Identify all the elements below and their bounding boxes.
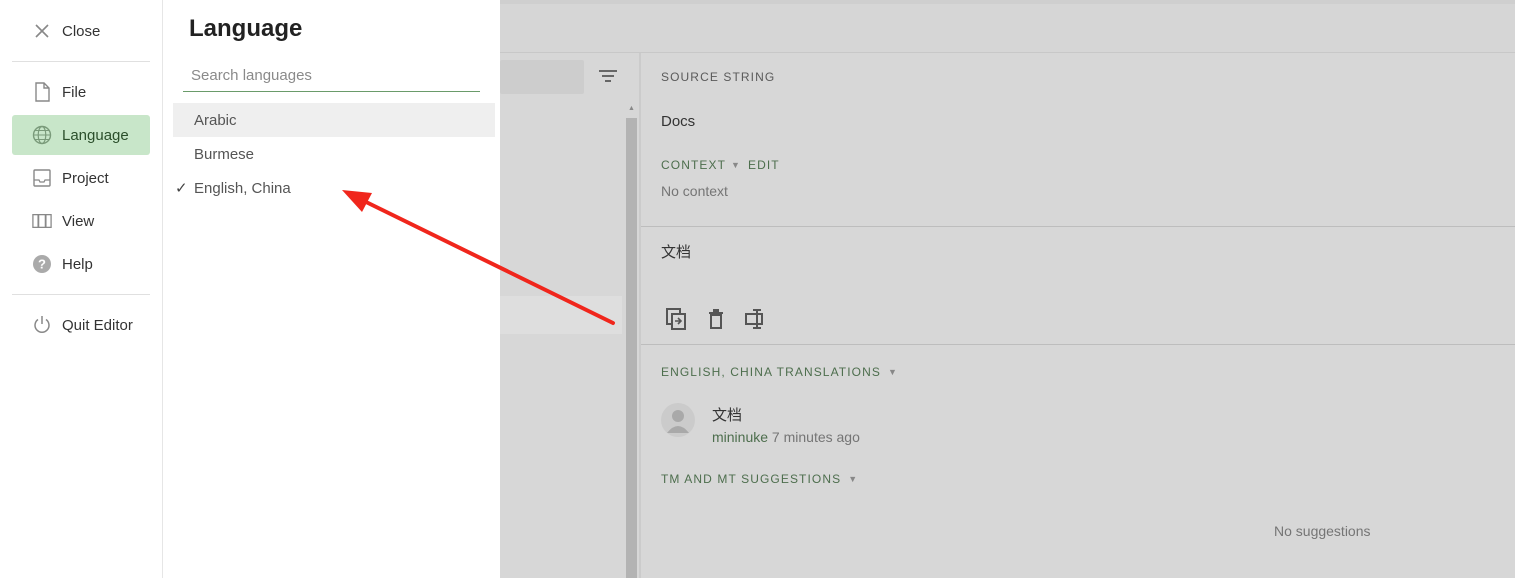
check-icon: ✓ — [175, 180, 188, 197]
tm-mt-label[interactable]: TM AND MT SUGGESTIONS — [661, 472, 841, 486]
nav-view-label: View — [62, 212, 95, 230]
nav-language[interactable]: Language — [12, 115, 150, 155]
language-option-arabic[interactable]: Arabic — [173, 103, 495, 137]
divider — [641, 226, 1515, 227]
nav-divider — [12, 61, 150, 62]
editor-toolbar — [500, 4, 1515, 53]
nav-help-label: Help — [62, 255, 93, 273]
history-translation-text: 文档 — [712, 407, 743, 424]
nav-quit-label: Quit Editor — [62, 316, 133, 334]
editor-detail-panel: SOURCE STRING Docs CONTEXT ▼ EDIT No con… — [641, 53, 1515, 578]
source-string-label: SOURCE STRING — [661, 70, 776, 84]
string-list-selected-row[interactable] — [500, 296, 622, 334]
user-icon — [661, 403, 695, 437]
translations-caret-icon[interactable]: ▼ — [888, 367, 897, 377]
nav-project-label: Project — [62, 169, 109, 187]
view-icon — [32, 211, 52, 231]
close-icon — [32, 21, 52, 41]
tm-mt-caret-icon[interactable]: ▼ — [848, 474, 857, 484]
nav-close[interactable]: Close — [12, 11, 150, 51]
svg-text:?: ? — [38, 257, 46, 272]
translations-label[interactable]: ENGLISH, CHINA TRANSLATIONS — [661, 365, 881, 379]
no-context-text: No context — [661, 183, 728, 199]
context-edit-link[interactable]: EDIT — [748, 158, 780, 172]
nav-project[interactable]: Project — [12, 158, 150, 198]
language-option-english-china[interactable]: ✓ English, China — [173, 171, 495, 205]
translation-tools — [665, 306, 767, 332]
context-label[interactable]: CONTEXT — [661, 158, 726, 172]
copy-icon[interactable] — [665, 306, 687, 332]
filter-icon[interactable] — [596, 66, 620, 86]
file-icon — [32, 82, 52, 102]
nav-close-label: Close — [62, 22, 101, 40]
nav-quit-editor[interactable]: Quit Editor — [12, 305, 150, 345]
language-option-burmese[interactable]: Burmese — [173, 137, 495, 171]
nav-help[interactable]: ? Help — [12, 244, 150, 284]
panel-title: Language — [189, 15, 303, 42]
tm-mt-header[interactable]: TM AND MT SUGGESTIONS ▼ — [661, 472, 857, 486]
translations-header[interactable]: ENGLISH, CHINA TRANSLATIONS ▼ — [661, 365, 897, 379]
source-string-text: Docs — [661, 113, 696, 130]
help-icon: ? — [32, 254, 52, 274]
no-suggestions-text: No suggestions — [1274, 523, 1371, 539]
power-icon — [32, 315, 52, 335]
divider — [641, 344, 1515, 345]
nav-drawer: Close File Language Project View ? Help … — [0, 0, 163, 578]
history-meta: mininuke 7 minutes ago — [712, 429, 860, 445]
insert-icon[interactable] — [745, 306, 767, 332]
language-option-label: English, China — [194, 179, 291, 197]
language-panel: Language Arabic Burmese ✓ English, China — [163, 0, 500, 578]
history-time: 7 minutes ago — [771, 429, 860, 445]
trash-icon[interactable] — [705, 306, 727, 332]
scrollbar-thumb[interactable] — [626, 118, 637, 578]
search-languages-input[interactable] — [183, 60, 480, 92]
nav-divider — [12, 294, 150, 295]
nav-file[interactable]: File — [12, 72, 150, 112]
string-search-field[interactable] — [500, 60, 584, 94]
context-row: CONTEXT ▼ EDIT — [661, 158, 780, 172]
nav-file-label: File — [62, 83, 87, 101]
nav-language-label: Language — [62, 126, 129, 144]
history-user-link[interactable]: mininuke — [712, 429, 768, 445]
translation-editor[interactable]: 文档 — [661, 241, 691, 262]
globe-icon — [32, 125, 52, 145]
context-caret-icon[interactable]: ▼ — [731, 160, 740, 170]
inbox-icon — [32, 168, 52, 188]
scroll-up-arrow[interactable]: ▲ — [626, 104, 637, 114]
nav-view[interactable]: View — [12, 201, 150, 241]
